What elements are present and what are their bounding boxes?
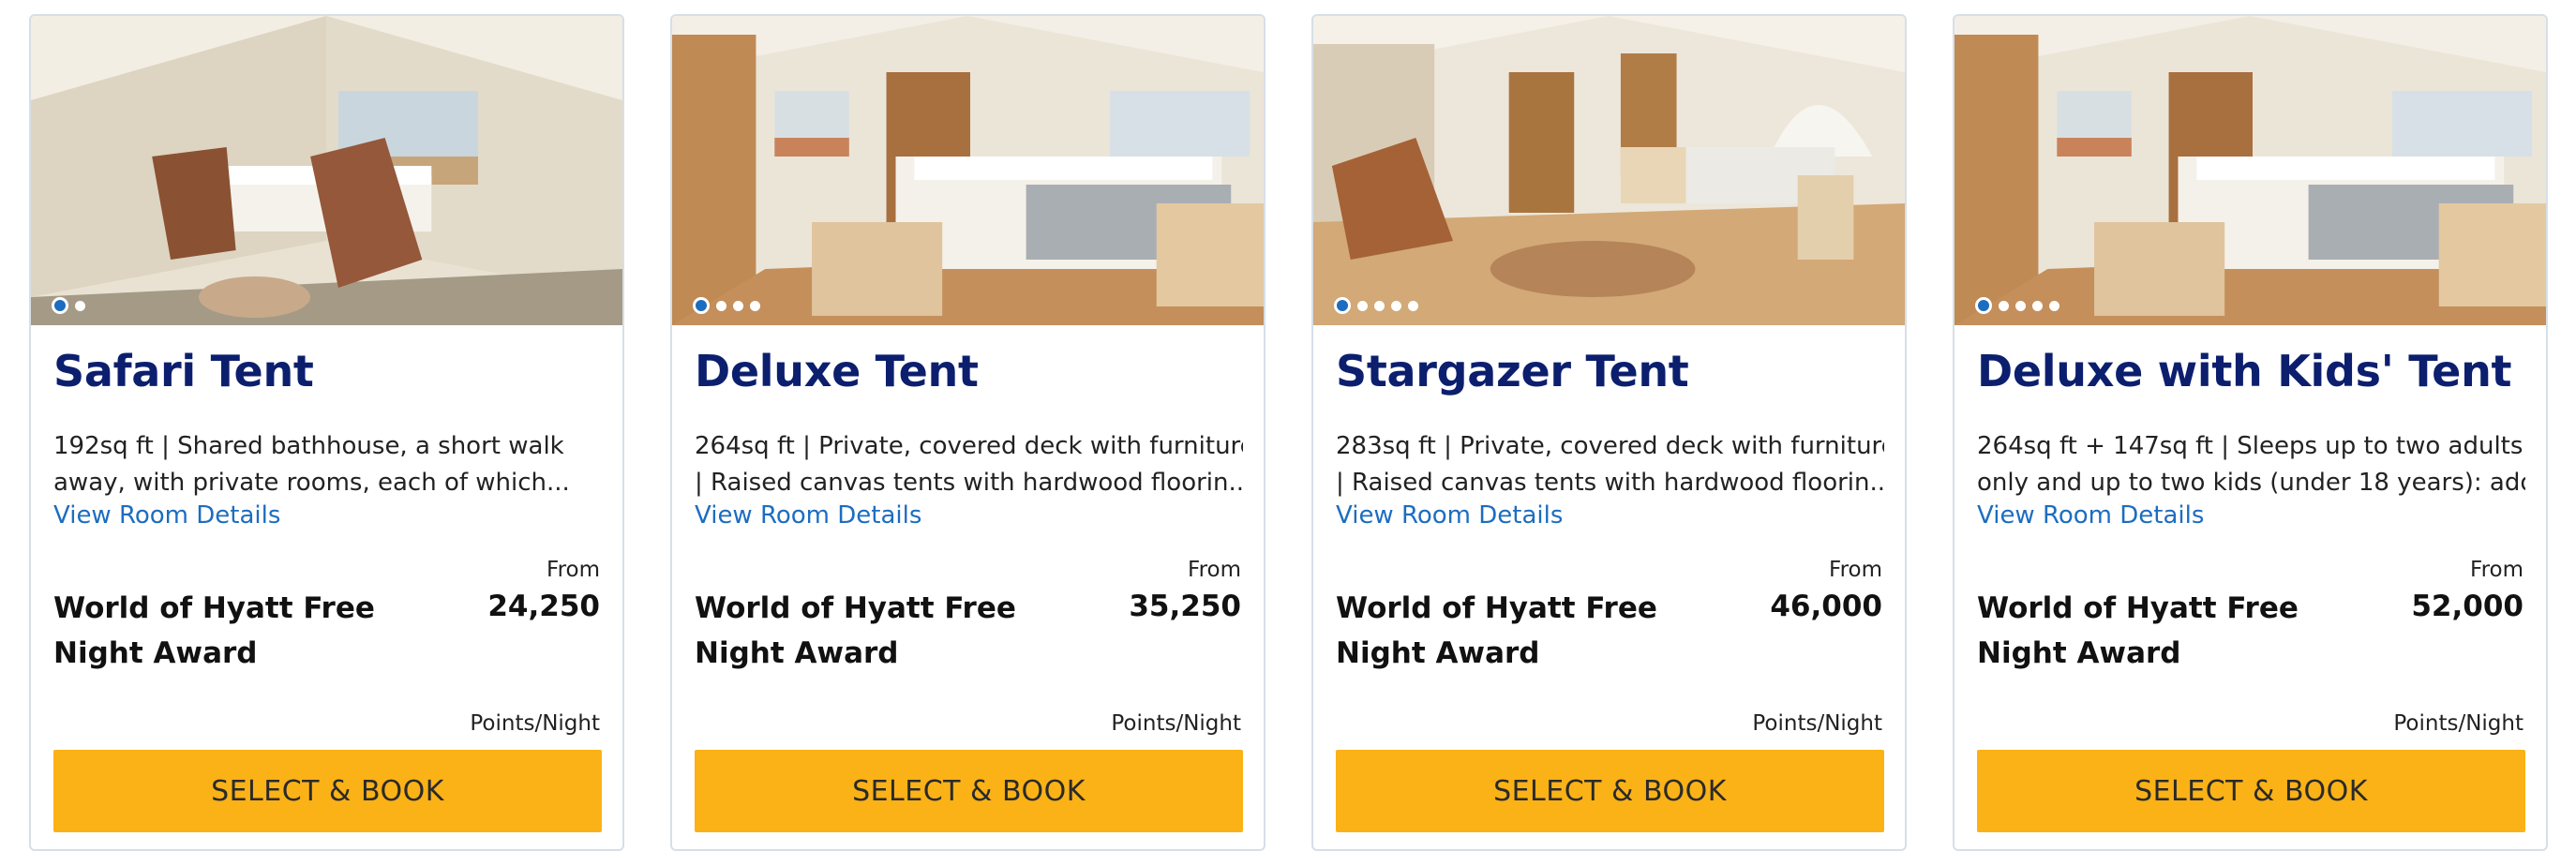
- rate-name-line: World of Hyatt Free: [1336, 591, 1657, 625]
- carousel-dot-active[interactable]: [52, 297, 68, 314]
- room-photo: [31, 16, 622, 325]
- rate-name-line: World of Hyatt Free: [695, 591, 1016, 625]
- carousel-indicators: [693, 297, 760, 314]
- rate-name: World of Hyatt Free Night Award: [53, 586, 410, 676]
- select-and-book-button[interactable]: SELECT & BOOK: [1977, 750, 2525, 832]
- room-title: Stargazer Tent: [1336, 346, 1689, 396]
- carousel-indicators: [52, 297, 85, 314]
- view-room-details-link[interactable]: View Room Details: [1977, 501, 2204, 530]
- carousel-indicators: [1334, 297, 1418, 314]
- rate-name: World of Hyatt Free Night Award: [1977, 586, 2333, 676]
- room-photo-carousel[interactable]: [1313, 16, 1905, 325]
- room-photo-carousel[interactable]: [1954, 16, 2546, 325]
- room-description-line: | Raised canvas tents with hardwood floo…: [1336, 469, 1884, 497]
- room-card: Stargazer Tent 283sq ft | Private, cover…: [1311, 14, 1907, 851]
- carousel-dot[interactable]: [1999, 300, 2009, 311]
- rate-name-line: World of Hyatt Free: [53, 591, 375, 625]
- price-from-label: From: [1188, 558, 1241, 582]
- room-photo-carousel[interactable]: [672, 16, 1264, 325]
- carousel-dot-active[interactable]: [693, 297, 710, 314]
- rate-name: World of Hyatt Free Night Award: [695, 586, 1051, 676]
- room-card: Safari Tent 192sq ft | Shared bathhouse,…: [29, 14, 624, 851]
- carousel-dot[interactable]: [2049, 300, 2059, 311]
- view-room-details-link[interactable]: View Room Details: [1336, 501, 1563, 530]
- carousel-dot[interactable]: [2015, 300, 2026, 311]
- carousel-dot[interactable]: [1391, 300, 1401, 311]
- select-and-book-button[interactable]: SELECT & BOOK: [1336, 750, 1884, 832]
- carousel-dot[interactable]: [716, 300, 726, 311]
- rate-name-line: Night Award: [1977, 636, 2181, 670]
- carousel-dot[interactable]: [2032, 300, 2043, 311]
- room-description: 264sq ft | Private, covered deck with fu…: [695, 428, 1243, 501]
- room-card-grid: Safari Tent 192sq ft | Shared bathhouse,…: [0, 0, 2576, 866]
- rate-name: World of Hyatt Free Night Award: [1336, 586, 1692, 676]
- carousel-dot[interactable]: [750, 300, 760, 311]
- room-description-line: 264sq ft + 147sq ft | Sleeps up to two a…: [1977, 432, 2524, 460]
- points-price: 24,250: [487, 590, 600, 623]
- room-photo: [1313, 16, 1905, 325]
- points-price: 35,250: [1129, 590, 1241, 623]
- room-description-line: away, with private rooms, each of which.…: [53, 469, 570, 497]
- room-description-line: only and up to two kids (under 18 years)…: [1977, 469, 2525, 497]
- select-and-book-button[interactable]: SELECT & BOOK: [695, 750, 1243, 832]
- room-card: Deluxe Tent 264sq ft | Private, covered …: [670, 14, 1266, 851]
- points-unit-label: Points/Night: [1111, 711, 1241, 736]
- room-description-line: 283sq ft | Private, covered deck with fu…: [1336, 432, 1884, 460]
- carousel-indicators: [1975, 297, 2059, 314]
- room-photo: [672, 16, 1264, 325]
- room-title: Deluxe with Kids' Tent: [1977, 346, 2512, 396]
- points-price: 46,000: [1770, 590, 1882, 623]
- rate-name-line: Night Award: [53, 636, 258, 670]
- carousel-dot[interactable]: [1408, 300, 1418, 311]
- carousel-dot[interactable]: [75, 300, 85, 311]
- rate-name-line: Night Award: [1336, 636, 1540, 670]
- price-from-label: From: [2470, 558, 2524, 582]
- carousel-dot-active[interactable]: [1975, 297, 1992, 314]
- carousel-dot[interactable]: [1357, 300, 1368, 311]
- points-unit-label: Points/Night: [1752, 711, 1882, 736]
- room-description-line: 264sq ft | Private, covered deck with fu…: [695, 432, 1243, 460]
- room-card: Deluxe with Kids' Tent 264sq ft + 147sq …: [1953, 14, 2548, 851]
- carousel-dot[interactable]: [733, 300, 743, 311]
- room-photo-carousel[interactable]: [31, 16, 622, 325]
- room-description: 283sq ft | Private, covered deck with fu…: [1336, 428, 1884, 501]
- rate-name-line: Night Award: [695, 636, 899, 670]
- points-unit-label: Points/Night: [470, 711, 600, 736]
- room-photo: [1954, 16, 2546, 325]
- carousel-dot[interactable]: [1374, 300, 1385, 311]
- room-title: Deluxe Tent: [695, 346, 979, 396]
- room-description: 264sq ft + 147sq ft | Sleeps up to two a…: [1977, 428, 2525, 501]
- select-and-book-button[interactable]: SELECT & BOOK: [53, 750, 602, 832]
- room-description-line: 192sq ft | Shared bathhouse, a short wal…: [53, 432, 564, 460]
- view-room-details-link[interactable]: View Room Details: [53, 501, 280, 530]
- room-title: Safari Tent: [53, 346, 314, 396]
- carousel-dot-active[interactable]: [1334, 297, 1351, 314]
- points-unit-label: Points/Night: [2393, 711, 2524, 736]
- points-price: 52,000: [2411, 590, 2524, 623]
- view-room-details-link[interactable]: View Room Details: [695, 501, 921, 530]
- price-from-label: From: [547, 558, 600, 582]
- rate-name-line: World of Hyatt Free: [1977, 591, 2299, 625]
- room-description-line: | Raised canvas tents with hardwood floo…: [695, 469, 1243, 497]
- price-from-label: From: [1829, 558, 1882, 582]
- room-description: 192sq ft | Shared bathhouse, a short wal…: [53, 428, 602, 501]
